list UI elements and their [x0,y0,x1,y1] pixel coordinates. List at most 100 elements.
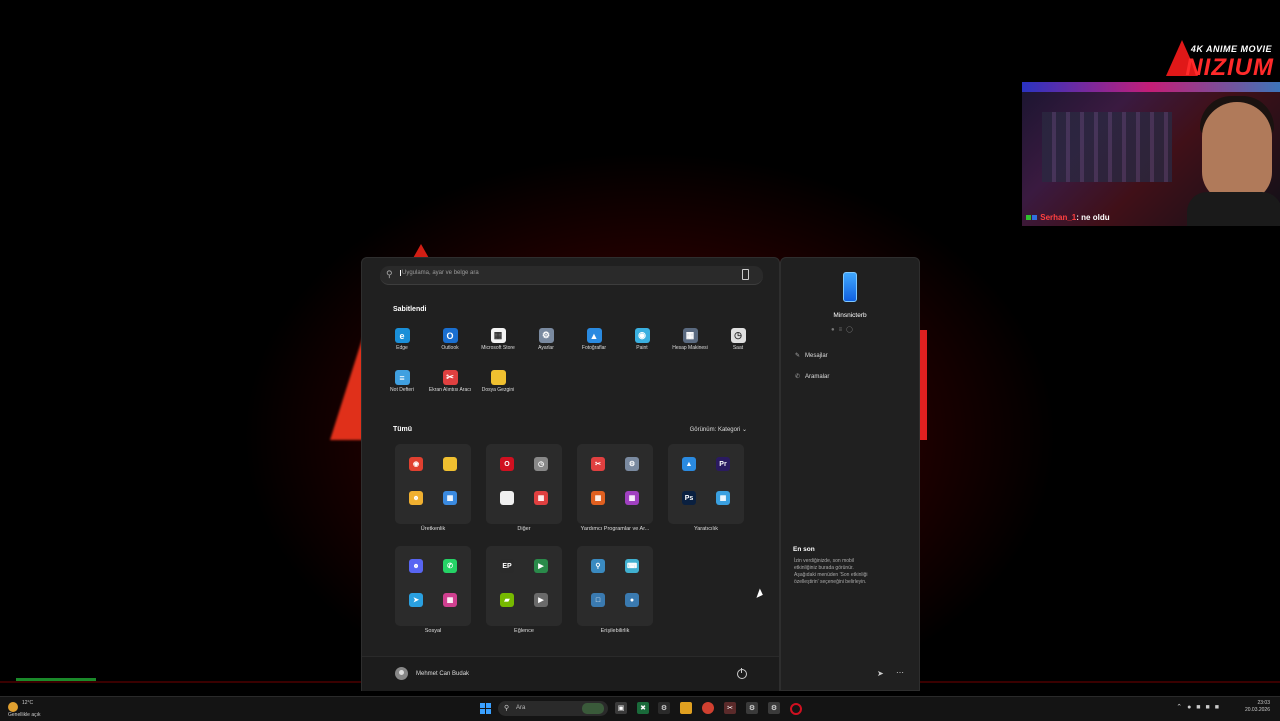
pinned-app[interactable]: Dosya Gezgini [474,370,522,393]
folder-icon [443,457,457,471]
xbox-icon[interactable]: ✖ [637,702,649,714]
chevron-down-icon: ⌄ [741,427,747,433]
premiere-icon: Pr [716,457,730,471]
pinned-app-label: Saat [732,345,744,351]
system-tray[interactable]: ⌃●■■■ [1176,703,1224,711]
start-search-box[interactable]: ⚲ Uygulama, ayar ve belge ara [380,266,763,285]
overlay-progress [16,678,96,681]
narrator-icon: □ [591,593,605,607]
gear-icon[interactable]: ⚙ [768,702,780,714]
all-apps-title: Tümü [393,426,413,433]
gear-icon: ⚙ [538,328,554,343]
pinned-app-label: Hesap Makinesi [672,345,708,351]
power-icon[interactable] [737,668,747,679]
start-menu: ⚲ Uygulama, ayar ve belge ara Sabitlendi… [361,257,780,691]
user-name[interactable]: Mehmet Can Budak [416,671,469,677]
pinned-app-label: Not Defteri [390,387,414,393]
taskbar-search-label: Ara [516,705,526,711]
taskbar-search[interactable]: ⚲ Ara [498,701,608,716]
opera-icon: O [500,457,514,471]
pinned-app[interactable]: ◷ Saat [714,328,762,351]
phone-icon[interactable] [742,269,749,280]
webcam-shelf [1042,112,1172,182]
photos-icon: ▲ [682,457,696,471]
pinned-app[interactable]: O Outlook [426,328,474,351]
pinned-app-label: Paint [636,345,648,351]
taskbar: 12°C Genellikle açık ⚲ Ara ▣ ✖ ⚙ ✂ ⚙ ⚙ ⌃… [0,696,1280,721]
webcam-neon [1022,82,1280,92]
search-placeholder[interactable]: Uygulama, ayar ve belge ara [400,270,479,276]
gear-icon[interactable]: ⚙ [746,702,758,714]
pinned-app-label: Fotoğraflar [581,345,607,351]
folder-icon[interactable] [680,702,692,714]
weather-widget[interactable]: 12°C Genellikle açık [8,700,41,719]
search-highlight-icon [582,703,604,714]
task-view-icon[interactable]: ▣ [615,702,627,714]
start-footer: Mehmet Can Budak [362,656,779,691]
clock[interactable]: 23:03 20.03.2026 [1245,700,1270,714]
phone-item-messages[interactable]: ✎ Mesajlar [795,352,828,359]
opera-icon[interactable] [790,703,802,715]
more-icon[interactable]: ⋯ [896,668,904,677]
clock-time: 23:03 [1257,700,1270,706]
pinned-app[interactable]: ✂ Ekran Alıntısı Aracı [426,370,474,393]
store-icon: ▦ [490,328,506,343]
device-name: Minsnicterb [833,312,867,319]
discord-icon: ☻ [409,559,423,573]
category-folder[interactable]: O ◷ ▦ [486,444,562,524]
search-icon: ⚲ [386,269,393,279]
pinned-app[interactable]: ⚙ Ayarlar [522,328,570,351]
apps-icon: ▦ [443,593,457,607]
pinned-app[interactable]: e Edge [378,328,426,351]
apps-icon: ▦ [591,491,605,505]
phone-item-calls[interactable]: ✆ Aramalar [795,373,829,380]
category-folder[interactable]: ☻ ✆ ➤ ▦ [395,546,471,626]
apps-icon: ▦ [625,491,639,505]
snipping-icon: ✂ [442,370,458,385]
magnifier-icon: ⚲ [591,559,605,573]
logo-title: NIZIUM [1185,54,1274,81]
photoshop-icon: Ps [682,491,696,505]
recent-description: İzin verdiğinizde, son mobil etkinliğini… [794,558,868,585]
pinned-app[interactable]: ≡ Not Defteri [378,370,426,393]
chat-text: : ne oldu [1076,213,1110,222]
clock-icon: ◷ [730,328,746,343]
avatar[interactable] [395,667,408,680]
category-folder[interactable]: ⚲ ⌨ □ ● [577,546,653,626]
snipping-icon[interactable]: ✂ [724,702,736,714]
category-label: Erişilebilirlik [600,628,630,634]
phone-call-icon: ✆ [795,374,801,380]
message-icon: ✎ [795,353,801,359]
category-folder[interactable]: ◉ ☻ ▦ [395,444,471,524]
pinned-app[interactable]: ▦ Hesap Makinesi [666,328,714,351]
pinned-app-label: Outlook [441,345,459,351]
view-category-button[interactable]: Görünüm: Kategori ⌄ [690,426,747,433]
pinned-app[interactable]: ▲ Fotoğraflar [570,328,618,351]
start-button[interactable] [480,703,491,714]
send-icon[interactable]: ➤ [877,669,884,678]
search-icon: ⚲ [504,705,510,712]
logo-subtitle: 4K ANIME MOVIE [1190,44,1272,54]
steam-icon[interactable]: ⚙ [658,702,670,714]
webcam-overlay: Serhan_1: ne oldu [1022,82,1280,226]
epic-icon: EP [500,559,514,573]
photos-icon: ▲ [586,328,602,343]
file-icon [500,491,514,505]
category-folder[interactable]: ✂ ⚙ ▦ ▦ [577,444,653,524]
phone-item-label: Aramalar [805,374,830,380]
apps-icon: ▦ [716,491,730,505]
channel-logo: 4K ANIME MOVIE NIZIUM [1160,40,1278,81]
clock-icon: ◷ [534,457,548,471]
pinned-app[interactable]: ▦ Microsoft Store [474,328,522,351]
category-folder[interactable]: EP ▶ ▰ ▶ [486,546,562,626]
keyboard-icon: ⌨ [625,559,639,573]
phone-item-label: Mesajlar [805,353,828,359]
webcam-face [1202,102,1272,202]
chrome-icon[interactable] [702,702,714,714]
notepad-icon: ≡ [394,370,410,385]
category-folder[interactable]: ▲ Pr Ps ▦ [668,444,744,524]
pinned-app[interactable]: ◉ Paint [618,328,666,351]
paint-icon: ◉ [634,328,650,343]
pinned-app-label: Microsoft Store [481,345,515,351]
apps-icon: ▦ [534,491,548,505]
